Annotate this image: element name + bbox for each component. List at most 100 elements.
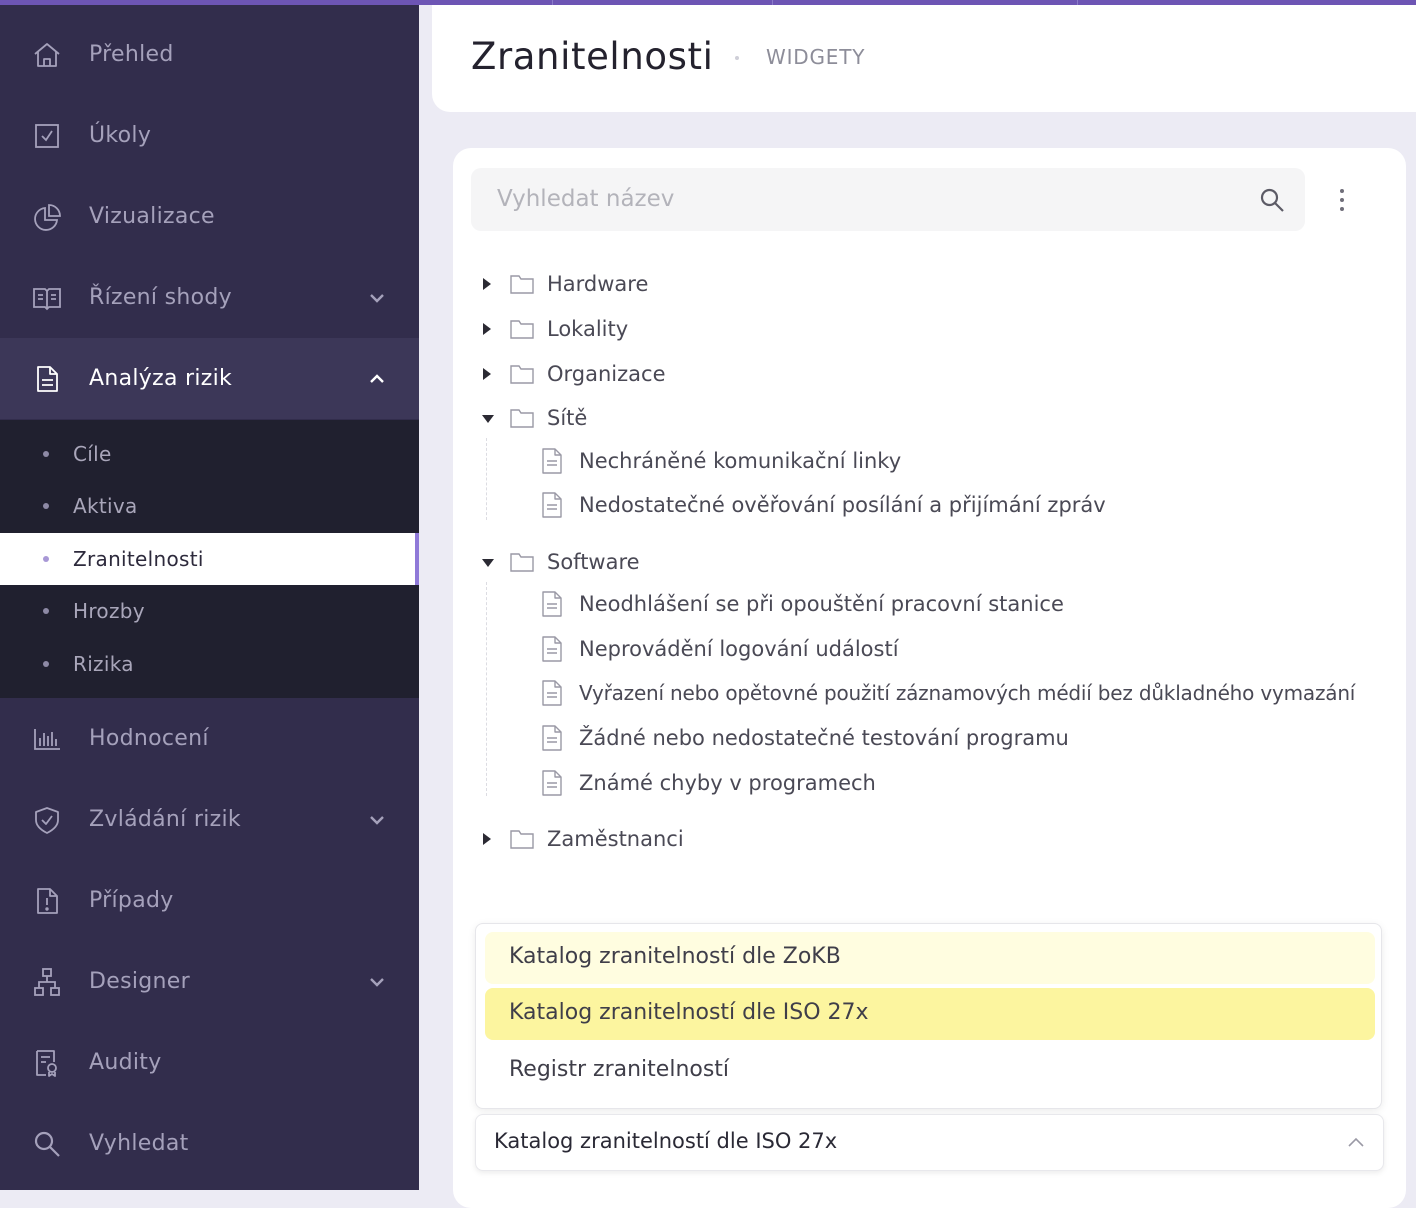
- vulnerabilities-card: Vyhledat název Hardware Lokality Organiz…: [453, 148, 1406, 1208]
- book-icon: [32, 283, 62, 313]
- tree-folder-label: Software: [547, 550, 640, 574]
- sidebar-item-hodnoceni[interactable]: Hodnocení: [0, 698, 419, 779]
- tree-item-label: Nedostatečné ověřování posílání a přijím…: [579, 493, 1106, 517]
- sidebar-subitem-label: Hrozby: [73, 599, 145, 623]
- folder-icon: [509, 828, 535, 850]
- tree-item[interactable]: Známé chyby v programech: [453, 763, 1393, 803]
- sidebar-item-label: Řízení shody: [89, 285, 232, 310]
- dropdown-option-label: Katalog zranitelností dle ISO 27x: [509, 1000, 869, 1025]
- tree-item-label: Známé chyby v programech: [579, 771, 876, 795]
- chevron-down-icon: [366, 810, 388, 830]
- bullet: [43, 503, 49, 509]
- sidebar-subitem-rizika[interactable]: Rizika: [0, 638, 419, 690]
- sidebar-item-label: Vizualizace: [89, 204, 215, 229]
- sidebar-subitem-aktiva[interactable]: Aktiva: [0, 480, 419, 532]
- tree-folder-lokality[interactable]: Lokality: [453, 309, 1393, 349]
- page-header: Zranitelnosti WIDGETY: [432, 5, 1416, 112]
- folder-icon: [509, 551, 535, 573]
- tree-item[interactable]: Žádné nebo nedostatečné testování progra…: [453, 718, 1393, 758]
- tree-item-label: Vyřazení nebo opětovné použití záznamový…: [579, 681, 1356, 705]
- tree-folder-zamestnanci[interactable]: Zaměstnanci: [453, 819, 1393, 859]
- sidebar-item-audity[interactable]: Audity: [0, 1022, 419, 1103]
- chevron-up-icon: [366, 369, 388, 389]
- sidebar-subitem-label: Aktiva: [73, 494, 138, 518]
- sidebar-item-label: Přehled: [89, 42, 174, 67]
- tree-folder-label: Zaměstnanci: [547, 827, 684, 851]
- sidebar-item-analyza-rizik[interactable]: Analýza rizik: [0, 338, 419, 419]
- search-bar[interactable]: Vyhledat název: [471, 168, 1305, 231]
- dropdown-option-label: Registr zranitelností: [509, 1057, 730, 1082]
- catalog-select-value: Katalog zranitelností dle ISO 27x: [494, 1129, 838, 1153]
- dropdown-option-zokb[interactable]: Katalog zranitelností dle ZoKB: [485, 932, 1375, 984]
- sidebar-subitem-hrozby[interactable]: Hrozby: [0, 585, 419, 637]
- folder-icon: [509, 407, 535, 429]
- bar-chart-icon: [32, 724, 62, 754]
- sidebar-subnav: Cíle Aktiva Zranitelnosti Hrozby Rizika: [0, 420, 419, 698]
- tree-item-label: Nechráněné komunikační linky: [579, 449, 902, 473]
- tree-item-label: Neodhlášení se při opouštění pracovní st…: [579, 592, 1064, 616]
- bullet: [43, 661, 49, 667]
- caret-down-icon[interactable]: [481, 410, 494, 424]
- sidebar-item-vyhledat[interactable]: Vyhledat: [0, 1103, 419, 1184]
- home-icon: [32, 40, 62, 70]
- caret-right-icon[interactable]: [481, 321, 493, 335]
- tree-item[interactable]: Nedostatečné ověřování posílání a přijím…: [453, 485, 1393, 525]
- tree-folder-label: Lokality: [547, 317, 629, 341]
- page-subtitle[interactable]: WIDGETY: [766, 45, 865, 69]
- bullet: [43, 608, 49, 614]
- folder-icon: [509, 273, 535, 295]
- search-icon: [32, 1129, 62, 1159]
- sidebar-item-prehled[interactable]: Přehled: [0, 14, 419, 95]
- sitemap-icon: [32, 967, 62, 997]
- search-icon[interactable]: [1259, 187, 1285, 213]
- folder-icon: [509, 363, 535, 385]
- catalog-select[interactable]: Katalog zranitelností dle ISO 27x: [475, 1114, 1384, 1171]
- audit-icon: [32, 1048, 62, 1078]
- pie-chart-icon: [32, 202, 62, 232]
- sidebar-item-zvladani-rizik[interactable]: Zvládání rizik: [0, 779, 419, 860]
- sidebar-item-label: Hodnocení: [89, 726, 209, 751]
- sidebar-item-rizeni-shody[interactable]: Řízení shody: [0, 257, 419, 338]
- sidebar-item-label: Úkoly: [89, 123, 152, 148]
- sidebar: Přehled Úkoly Vizualizace Řízení shody A…: [0, 0, 419, 1190]
- folder-icon: [509, 318, 535, 340]
- sidebar-subitem-label: Cíle: [73, 442, 112, 466]
- document-icon: [541, 447, 563, 475]
- bullet: [43, 556, 49, 562]
- tree-folder-label: Organizace: [547, 362, 666, 386]
- tree-item[interactable]: Vyřazení nebo opětovné použití záznamový…: [453, 673, 1393, 713]
- tree-folder-label: Hardware: [547, 272, 649, 296]
- tree-folder-software[interactable]: Software: [453, 542, 1393, 582]
- tree-folder-site[interactable]: Sítě: [453, 398, 1393, 438]
- sidebar-item-label: Audity: [89, 1050, 162, 1075]
- sidebar-subitem-label: Zranitelnosti: [73, 547, 204, 571]
- caret-down-icon[interactable]: [481, 554, 494, 568]
- sidebar-item-pripady[interactable]: Případy: [0, 860, 419, 941]
- sidebar-subitem-zranitelnosti[interactable]: Zranitelnosti: [0, 533, 419, 585]
- sidebar-item-label: Zvládání rizik: [89, 807, 241, 832]
- document-icon: [541, 491, 563, 519]
- top-accent-line: [0, 0, 1416, 5]
- tree-item[interactable]: Nechráněné komunikační linky: [453, 441, 1393, 481]
- tree-item-label: Žádné nebo nedostatečné testování progra…: [579, 726, 1069, 750]
- sidebar-item-vizualizace[interactable]: Vizualizace: [0, 176, 419, 257]
- more-options-icon[interactable]: [1336, 186, 1348, 216]
- caret-right-icon[interactable]: [481, 831, 493, 845]
- tree-item[interactable]: Neprovádění logování událostí: [453, 629, 1393, 669]
- dropdown-option-iso[interactable]: Katalog zranitelností dle ISO 27x: [485, 988, 1375, 1040]
- search-input[interactable]: Vyhledat název: [497, 186, 674, 212]
- tree-folder-hardware[interactable]: Hardware: [453, 264, 1393, 304]
- document-icon: [32, 364, 62, 394]
- tree-folder-organizace[interactable]: Organizace: [453, 354, 1393, 394]
- sidebar-item-label: Analýza rizik: [89, 366, 233, 391]
- catalog-dropdown-list: Katalog zranitelností dle ZoKB Katalog z…: [475, 923, 1382, 1109]
- tree-item[interactable]: Neodhlášení se při opouštění pracovní st…: [453, 584, 1393, 624]
- sidebar-subitem-cile[interactable]: Cíle: [0, 428, 419, 480]
- sidebar-item-label: Designer: [89, 969, 190, 994]
- document-icon: [541, 679, 563, 707]
- dropdown-option-registr[interactable]: Registr zranitelností: [485, 1045, 1375, 1097]
- sidebar-item-designer[interactable]: Designer: [0, 941, 419, 1022]
- caret-right-icon[interactable]: [481, 366, 493, 380]
- caret-right-icon[interactable]: [481, 276, 493, 290]
- sidebar-item-ukoly[interactable]: Úkoly: [0, 95, 419, 176]
